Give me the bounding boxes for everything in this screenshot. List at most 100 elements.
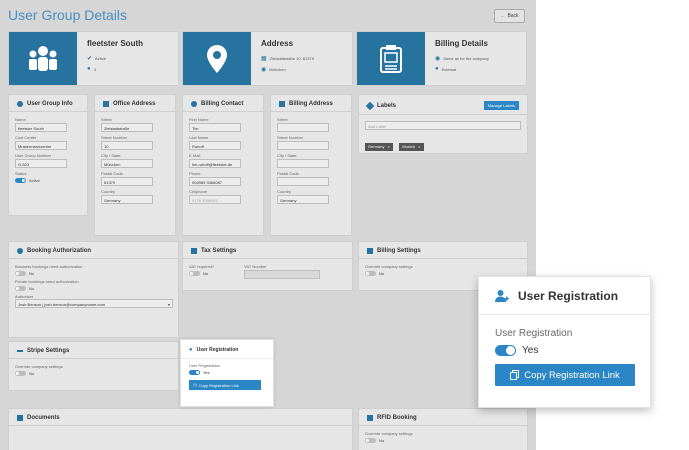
authorizer-select[interactable]: Josh Benson | josh.benson@companyname.co… <box>15 299 173 308</box>
label-tag: Munich × <box>399 142 424 151</box>
last-name-field[interactable]: Ruhoff <box>189 141 241 150</box>
panel-title: User Registration <box>196 347 239 353</box>
arrow-left-icon: ← <box>500 13 506 19</box>
field-label: Phone <box>189 171 201 176</box>
field-label: Postal Code <box>277 171 299 176</box>
building-icon: ▦ <box>261 56 267 62</box>
map-pin-icon <box>207 44 227 73</box>
phone-field[interactable]: 004989 3366087 <box>189 177 241 186</box>
email-field[interactable]: tim.ruhoff@fleetster.de <box>189 159 241 168</box>
address-city: München <box>269 67 286 72</box>
vat-number-field[interactable] <box>244 270 321 279</box>
grid-icon <box>367 248 373 254</box>
billing-postal-field[interactable] <box>277 177 329 186</box>
user-icon <box>191 101 197 107</box>
panel-title: Labels <box>377 102 397 109</box>
globe-icon: ◉ <box>261 67 267 73</box>
panel-title: Billing Contact <box>201 101 244 107</box>
toggle-value: No <box>379 271 385 276</box>
toggle-value: No <box>203 271 209 276</box>
zoom-registration-toggle[interactable] <box>495 345 516 356</box>
billing-street-number-field[interactable] <box>277 141 329 150</box>
user-plus-icon: ● <box>189 347 193 353</box>
billing-street-field[interactable] <box>277 123 329 132</box>
panel-title: User Group Info <box>27 101 73 107</box>
vat-toggle[interactable] <box>189 271 200 276</box>
billing-country-field[interactable]: Germany <box>277 195 329 204</box>
field-label: Private bookings need authorization <box>15 279 79 284</box>
stripe-override-toggle[interactable] <box>15 371 26 376</box>
close-icon[interactable]: × <box>418 144 420 149</box>
field-label: Cost Center <box>15 135 37 140</box>
button-label: Copy Registration Link <box>198 382 239 388</box>
field-label: City / State <box>277 153 297 158</box>
billing-city-field[interactable] <box>277 159 329 168</box>
stripe-panel: Stripe Settings Override company setting… <box>8 341 179 391</box>
rfid-override-toggle[interactable] <box>365 438 376 443</box>
panel-title: Booking Authorization <box>27 248 92 254</box>
toggle-value: No <box>29 286 35 291</box>
group-status: Active <box>95 56 106 61</box>
registration-toggle[interactable] <box>189 370 200 375</box>
minus-icon <box>17 350 23 352</box>
business-auth-toggle[interactable] <box>15 271 26 276</box>
field-label: VAT required? <box>189 264 215 269</box>
group-number-field[interactable]: G-523 <box>15 159 67 168</box>
country-field[interactable]: Germany <box>101 195 153 204</box>
panel-title: Office Address <box>113 101 156 107</box>
first-name-field[interactable]: Tim <box>189 123 241 132</box>
copy-icon <box>510 370 520 380</box>
back-button[interactable]: ← Back <box>494 9 525 23</box>
user-check-icon <box>17 248 23 254</box>
zoom-copy-registration-link-button[interactable]: Copy Registration Link <box>495 364 635 386</box>
field-label: Street <box>277 117 288 122</box>
billing-tile <box>357 32 425 85</box>
page-title: User Group Details <box>8 7 128 23</box>
billing-title: Billing Details <box>435 39 488 48</box>
city-field[interactable]: München <box>101 159 153 168</box>
field-label: VAT Number <box>244 264 267 269</box>
user-group-info-panel: User Group Info Name fleetster South Cos… <box>8 94 88 216</box>
field-label: Status <box>15 171 27 176</box>
billing-override-toggle[interactable] <box>365 271 376 276</box>
street-field[interactable]: Zielstattstraße <box>101 123 153 132</box>
cost-center-field[interactable]: Mustermannzentre <box>15 141 67 150</box>
chevron-down-icon: ▾ <box>167 302 170 307</box>
toggle-value: No <box>29 271 35 276</box>
street-number-field[interactable]: 10 <box>101 141 153 150</box>
field-label: Street <box>101 117 112 122</box>
office-address-panel: Office Address Street Zielstattstraße Str… <box>94 94 176 236</box>
zoom-button-label: Copy Registration Link <box>524 369 620 381</box>
status-toggle[interactable] <box>15 178 26 183</box>
field-label: Business bookings need authorization <box>15 264 83 269</box>
document-icon <box>17 415 23 421</box>
name-field[interactable]: fleetster South <box>15 123 67 132</box>
globe-icon: ◉ <box>435 56 441 62</box>
field-label: Country <box>277 189 292 194</box>
postal-code-field[interactable]: 81379 <box>101 177 153 186</box>
field-label: Country <box>101 189 116 194</box>
address-tile <box>183 32 251 85</box>
field-label: Override company settings <box>365 264 413 269</box>
field-label: Street Number <box>101 135 128 140</box>
hero-card-group: fleetster South ✔ Active ● 4 <box>8 31 179 86</box>
rfid-icon <box>367 415 373 421</box>
cellphone-field[interactable]: 0176 3266053 <box>189 195 241 204</box>
add-label-input[interactable]: Add Label <box>365 121 521 130</box>
tag-text: Germany <box>368 144 385 149</box>
address-street: Zielstattstraße 10, 81379 <box>269 56 314 61</box>
copy-registration-link-button[interactable]: ❐ Copy Registration Link <box>189 380 261 390</box>
rfid-panel: RFID Booking Override company settings N… <box>358 408 528 450</box>
clipboard-euro-icon <box>380 44 402 73</box>
private-auth-toggle[interactable] <box>15 286 26 291</box>
panel-title: Documents <box>27 415 60 421</box>
calculator-icon <box>191 248 197 254</box>
panel-title: Stripe Settings <box>27 348 70 354</box>
close-icon[interactable]: × <box>387 144 389 149</box>
zoom-toggle-value: Yes <box>522 345 539 356</box>
manage-labels-button[interactable]: Manage Labels <box>483 101 519 110</box>
copy-icon: ❐ <box>193 382 197 388</box>
field-label: Override company settings <box>365 431 413 436</box>
field-label: First Name <box>189 117 209 122</box>
field-label: Cellphone <box>189 189 208 194</box>
